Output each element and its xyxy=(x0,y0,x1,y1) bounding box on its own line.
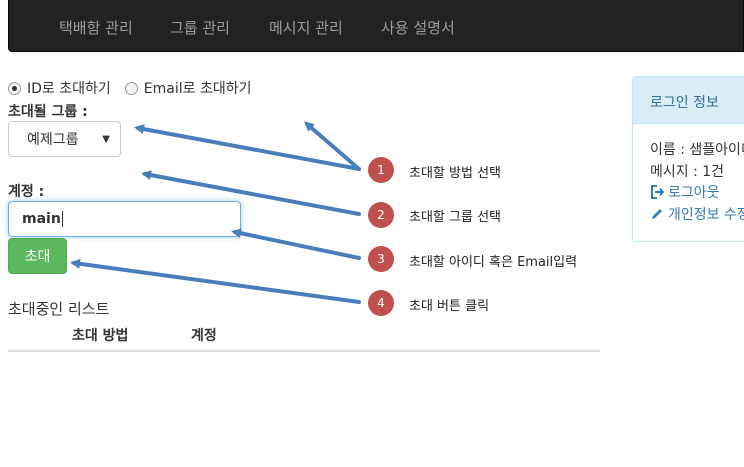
annotation-text-4: 초대 버튼 클릭 xyxy=(409,299,490,314)
arrow-4-to-invite-button xyxy=(70,258,361,304)
arrow-3-to-account-input xyxy=(231,228,361,260)
arrow-1-to-group-select xyxy=(134,124,361,171)
annotation-badge-2: 2 xyxy=(368,202,394,228)
annotation-badge-1: 1 xyxy=(368,157,394,183)
annotation-badge-3: 3 xyxy=(368,246,394,272)
annotation-text-1: 초대할 방법 선택 xyxy=(409,166,501,181)
arrow-2-to-group-label xyxy=(141,170,361,216)
annotation-text-3: 초대할 아이디 혹은 Email입력 xyxy=(409,255,578,270)
annotation-badge-4: 4 xyxy=(368,290,394,316)
annotation-text-2: 초대할 그룹 선택 xyxy=(409,210,501,225)
annotation-arrows xyxy=(70,121,361,304)
